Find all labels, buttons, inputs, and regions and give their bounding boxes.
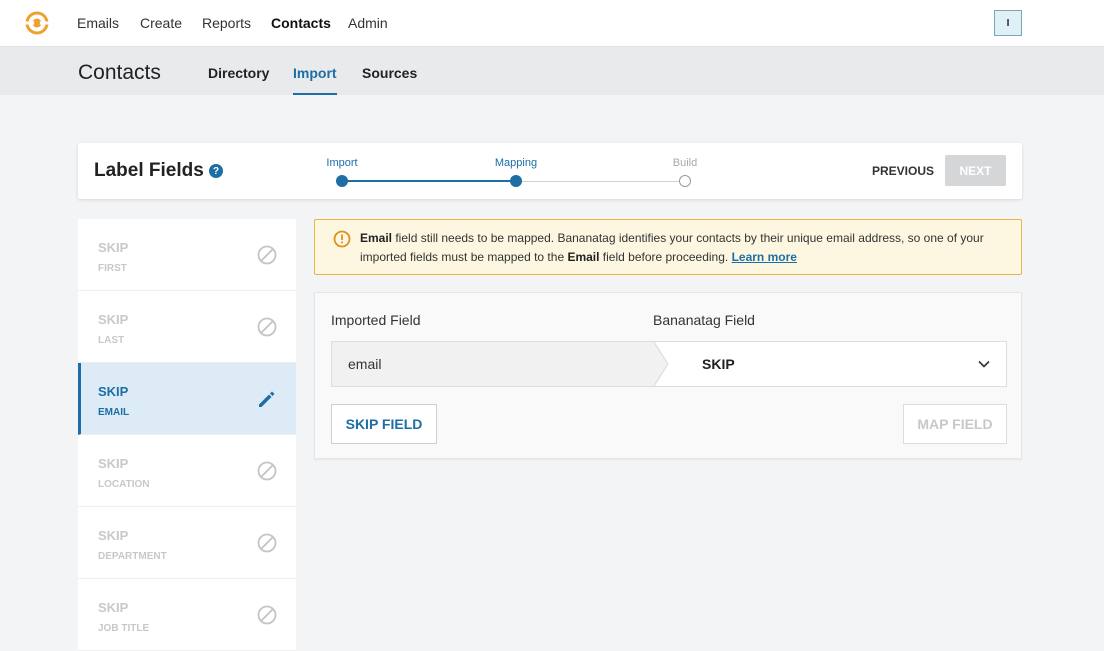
skip-icon [257, 461, 277, 481]
skip-field-button[interactable]: SKIP FIELD [331, 404, 437, 444]
field-item-status: SKIP [98, 456, 129, 471]
learn-more-link[interactable]: Learn more [732, 250, 797, 264]
wizard-header: Label Fields ? Import Mapping Build PREV… [78, 143, 1022, 199]
tab-import[interactable]: Import [293, 65, 337, 95]
chevron-down-icon[interactable] [976, 356, 992, 372]
nav-admin[interactable]: Admin [348, 15, 388, 31]
bananatag-field-select[interactable]: SKIP [702, 356, 735, 372]
help-icon[interactable]: ? [209, 164, 223, 178]
step-label-import: Import [326, 157, 358, 169]
mapping-row: email SKIP [331, 341, 1007, 387]
step-label-mapping: Mapping [494, 157, 538, 169]
imported-field-label: Imported Field [331, 312, 421, 328]
field-item-status: SKIP [98, 600, 129, 615]
previous-button[interactable]: PREVIOUS [854, 155, 952, 187]
field-list: SKIP FIRST SKIP LAST SKIP EMAIL SKIP LOC… [78, 219, 296, 651]
wizard-title: Label Fields [94, 160, 204, 181]
user-avatar[interactable]: I [994, 10, 1022, 36]
warning-bold-email-2: Email [567, 250, 600, 264]
field-item-status: SKIP [98, 384, 129, 399]
step-label-build: Build [672, 157, 698, 169]
bananatag-field-label: Bananatag Field [653, 312, 755, 328]
page-title: Contacts [78, 61, 161, 84]
field-item-label: JOB TITLE [98, 623, 150, 634]
sub-header: Contacts Directory Import Sources [0, 47, 1104, 95]
tab-directory[interactable]: Directory [208, 65, 269, 95]
field-item-label: DEPARTMENT [98, 551, 167, 562]
field-item-status: SKIP [98, 528, 129, 543]
field-item-label: LOCATION [98, 479, 150, 490]
skip-icon [257, 245, 277, 265]
pencil-icon[interactable] [257, 389, 277, 409]
warning-banner: Email field still needs to be mapped. Ba… [314, 219, 1022, 275]
field-item-label: FIRST [98, 263, 127, 274]
imported-field-value: email [348, 356, 382, 372]
field-item-location[interactable]: SKIP LOCATION [78, 435, 296, 507]
warning-icon [333, 230, 351, 248]
warning-text-part2: field before proceeding. [599, 250, 732, 264]
nav-reports[interactable]: Reports [202, 15, 251, 31]
field-item-last[interactable]: SKIP LAST [78, 291, 296, 363]
top-nav: Emails Create Reports Contacts Admin I [0, 0, 1104, 47]
warning-bold-email: Email [360, 231, 393, 245]
step-line-pending [516, 181, 686, 182]
step-dot-build [679, 175, 691, 187]
field-item-status: SKIP [98, 312, 129, 327]
field-item-email[interactable]: SKIP EMAIL [78, 363, 296, 435]
field-item-label: LAST [98, 335, 125, 346]
nav-create[interactable]: Create [140, 15, 182, 31]
step-dot-mapping [510, 175, 522, 187]
field-item-first[interactable]: SKIP FIRST [78, 219, 296, 291]
warning-message: Email field still needs to be mapped. Ba… [360, 229, 1010, 267]
imported-field-box: email [332, 342, 654, 386]
tab-sources[interactable]: Sources [362, 65, 417, 95]
mapping-card: Imported Field Bananatag Field email SKI… [314, 292, 1022, 459]
step-line-done [342, 180, 516, 182]
map-field-button[interactable]: MAP FIELD [903, 404, 1007, 444]
skip-icon [257, 317, 277, 337]
progress-stepper: Import Mapping Build [318, 155, 708, 195]
arrow-divider [654, 342, 669, 386]
nav-emails[interactable]: Emails [77, 15, 119, 31]
nav-contacts[interactable]: Contacts [271, 15, 331, 31]
field-item-status: SKIP [98, 240, 129, 255]
field-item-label: EMAIL [98, 407, 130, 418]
field-item-department[interactable]: SKIP DEPARTMENT [78, 507, 296, 579]
next-button[interactable]: NEXT [945, 155, 1006, 186]
field-item-job-title[interactable]: SKIP JOB TITLE [78, 579, 296, 651]
skip-icon [257, 605, 277, 625]
step-dot-import [336, 175, 348, 187]
skip-icon [257, 533, 277, 553]
bananatag-logo-icon[interactable] [25, 11, 49, 35]
